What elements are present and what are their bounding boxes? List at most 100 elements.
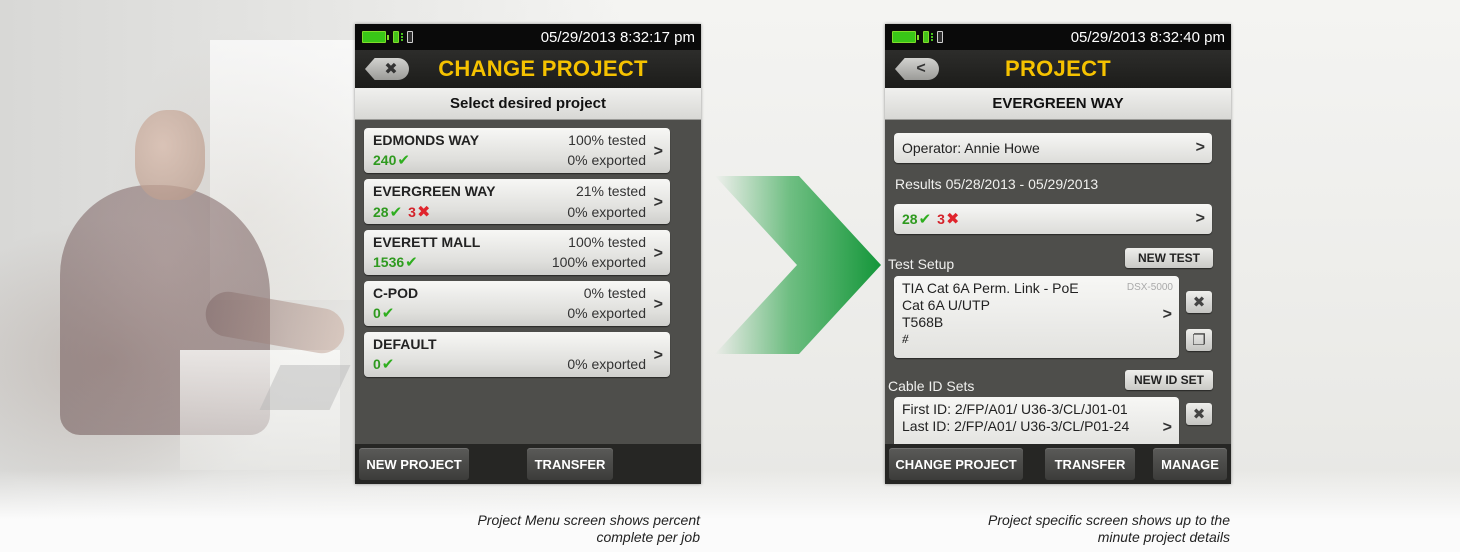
status-time: 05/29/2013 8:32:17 pm xyxy=(540,28,695,46)
left-caption-line2: complete per job xyxy=(596,529,700,545)
new-test-button[interactable]: NEW TEST xyxy=(1125,248,1213,268)
chevron-right-icon: > xyxy=(653,245,663,262)
project-list-area: EDMONDS WAY 100% tested 240✔ 0% exported… xyxy=(355,120,701,444)
right-caption: Project specific screen shows up to the … xyxy=(870,512,1230,546)
new-id-set-button[interactable]: NEW ID SET xyxy=(1125,370,1213,390)
exported-percent: 0% exported xyxy=(567,356,646,372)
checkmark-icon: ✔ xyxy=(405,254,418,271)
project-name: EVERGREEN WAY xyxy=(373,183,496,199)
chevron-right-icon: > xyxy=(653,347,663,364)
cable-id-sets-label: Cable ID Sets xyxy=(888,378,975,394)
status-bar: 05/29/2013 8:32:17 pm xyxy=(355,24,701,50)
operator-label: Operator: Annie Howe xyxy=(902,140,1040,156)
cable-id-set-box[interactable]: First ID: 2/FP/A01/ U36-3/CL/J01-01 Last… xyxy=(894,397,1179,444)
transfer-button[interactable]: TRANSFER xyxy=(527,448,613,480)
title-bar: ✖ CHANGE PROJECT xyxy=(355,50,701,88)
tested-percent: 100% tested xyxy=(568,132,646,148)
chevron-right-icon: > xyxy=(1162,306,1172,323)
delete-id-set-button[interactable]: ✖ xyxy=(1186,403,1212,425)
chevron-right-icon: > xyxy=(653,296,663,313)
tested-percent: 0% tested xyxy=(583,285,646,301)
fail-count: 3 xyxy=(937,211,945,227)
battery-icon xyxy=(892,31,919,43)
footer-bar: NEW PROJECT TRANSFER xyxy=(355,444,701,484)
checkmark-icon: ✔ xyxy=(381,305,395,322)
back-arrow-icon: < xyxy=(916,60,926,77)
bottom-fade xyxy=(0,470,1460,552)
checkmark-icon: ✔ xyxy=(397,152,410,169)
x-mark-icon: ✖ xyxy=(945,211,960,228)
pass-count: 0 xyxy=(373,305,381,321)
fail-count: 3 xyxy=(408,204,416,220)
project-detail-area: Operator: Annie Howe > Results 05/28/201… xyxy=(885,120,1231,444)
project-list: EDMONDS WAY 100% tested 240✔ 0% exported… xyxy=(355,120,701,377)
checkmark-icon: ✔ xyxy=(389,204,403,221)
operator-row[interactable]: Operator: Annie Howe > xyxy=(894,133,1212,163)
copy-icon: ❐ xyxy=(1192,332,1206,349)
chevron-right-icon: > xyxy=(653,143,663,160)
project-item-evergreen-way[interactable]: EVERGREEN WAY 21% tested 28✔ 3✖ 0% export… xyxy=(364,179,670,224)
project-item-everett-mall[interactable]: EVERETT MALL 100% tested 1536✔ 100% expo… xyxy=(364,230,670,275)
chevron-right-icon: > xyxy=(653,194,663,211)
test-setup-box[interactable]: DSX-5000 TIA Cat 6A Perm. Link - PoE Cat… xyxy=(894,276,1179,358)
project-name: EVERETT MALL xyxy=(373,234,481,250)
left-caption-line1: Project Menu screen shows percent xyxy=(477,512,700,528)
change-project-screen: 05/29/2013 8:32:17 pm ✖ CHANGE PROJECT S… xyxy=(355,24,701,484)
left-caption: Project Menu screen shows percent comple… xyxy=(340,512,700,546)
tester-connection-icon xyxy=(393,31,413,43)
title-bar: < PROJECT xyxy=(885,50,1231,88)
chevron-right-icon: > xyxy=(1162,419,1172,436)
project-item-edmonds-way[interactable]: EDMONDS WAY 100% tested 240✔ 0% exported… xyxy=(364,128,670,173)
exported-percent: 0% exported xyxy=(567,204,646,220)
close-icon: ✖ xyxy=(384,61,398,78)
transition-arrow-icon xyxy=(715,176,881,354)
project-name: EDMONDS WAY xyxy=(373,132,480,148)
chevron-right-icon: > xyxy=(1195,210,1205,227)
right-caption-line1: Project specific screen shows up to the xyxy=(987,512,1230,528)
pass-count: 1536 xyxy=(373,254,405,270)
project-name: C-POD xyxy=(373,285,419,301)
last-id: Last ID: 2/FP/A01/ U36-3/CL/P01-24 xyxy=(902,418,1130,434)
project-details-screen: 05/29/2013 8:32:40 pm < PROJECT EVERGREE… xyxy=(885,24,1231,484)
change-project-button[interactable]: CHANGE PROJECT xyxy=(889,448,1023,480)
right-caption-line2: minute project details xyxy=(1097,529,1230,545)
transfer-button[interactable]: TRANSFER xyxy=(1045,448,1135,480)
checkmark-icon: ✔ xyxy=(381,356,395,373)
tester-connection-icon xyxy=(923,31,943,43)
test-setup-label: Test Setup xyxy=(888,256,955,272)
exported-percent: 100% exported xyxy=(551,254,646,270)
close-icon: ✖ xyxy=(1192,406,1206,423)
project-item-c-pod[interactable]: C-POD 0% tested 0✔ 0% exported > xyxy=(364,281,670,326)
checkmark-icon: ✔ xyxy=(918,211,932,228)
subheader: Select desired project xyxy=(355,88,701,120)
delete-setup-button[interactable]: ✖ xyxy=(1186,291,1212,313)
results-row[interactable]: 28✔ 3✖ > xyxy=(894,204,1212,234)
project-item-default[interactable]: DEFAULT 0✔ 0% exported > xyxy=(364,332,670,377)
status-bar: 05/29/2013 8:32:40 pm xyxy=(885,24,1231,50)
x-mark-icon: ✖ xyxy=(416,204,431,221)
first-id: First ID: 2/FP/A01/ U36-3/CL/J01-01 xyxy=(902,401,1128,417)
graph-icon: ⧣ xyxy=(902,331,909,345)
person-head xyxy=(135,110,205,200)
status-icons xyxy=(892,31,943,43)
exported-percent: 0% exported xyxy=(567,305,646,321)
manage-button[interactable]: MANAGE xyxy=(1153,448,1227,480)
copy-setup-button[interactable]: ❐ xyxy=(1186,329,1212,351)
setup-line2: Cat 6A U/UTP xyxy=(902,297,990,313)
status-time: 05/29/2013 8:32:40 pm xyxy=(1070,28,1225,46)
chevron-right-icon: > xyxy=(1195,139,1205,156)
model-tag: DSX-5000 xyxy=(1126,282,1173,293)
pass-count: 0 xyxy=(373,356,381,372)
setup-line3: T568B xyxy=(902,314,944,330)
pass-count: 28 xyxy=(902,211,918,227)
tested-percent: 21% tested xyxy=(575,183,646,199)
new-project-button[interactable]: NEW PROJECT xyxy=(359,448,469,480)
battery-icon xyxy=(362,31,389,43)
project-name: DEFAULT xyxy=(373,336,437,352)
pass-count: 28 xyxy=(373,204,389,220)
results-date-label: Results 05/28/2013 - 05/29/2013 xyxy=(895,176,1099,192)
tested-percent: 100% tested xyxy=(568,234,646,250)
close-icon: ✖ xyxy=(1192,294,1206,311)
subheader: EVERGREEN WAY xyxy=(885,88,1231,120)
exported-percent: 0% exported xyxy=(567,152,646,168)
